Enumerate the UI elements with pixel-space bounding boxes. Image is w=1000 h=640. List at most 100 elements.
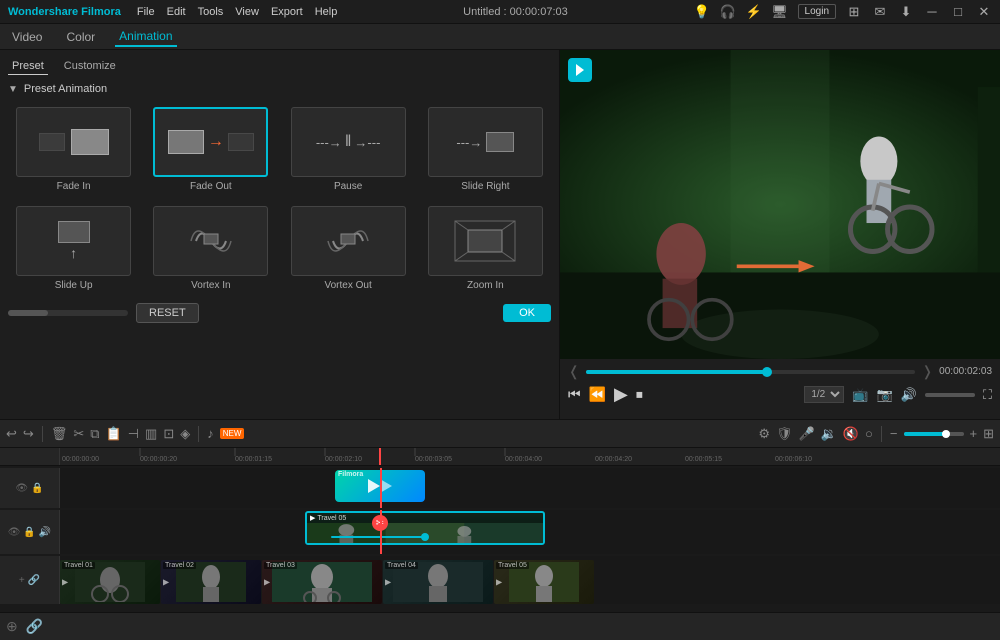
anim-pause[interactable]: ---→‖→--- Pause [283,103,414,196]
thumb-item-4[interactable]: ▶ Travel 05 [494,560,594,604]
zoom-in-icon[interactable]: + [970,426,978,441]
thumb-item-0[interactable]: ▶ Travel 01 [60,560,160,604]
playhead-title [380,468,382,508]
voice-icon[interactable]: 🔉 [821,426,837,442]
menu-file[interactable]: File [137,6,155,18]
preview-area [560,50,1000,359]
track-lock-icon[interactable]: 🔒 [31,483,43,494]
bracket-right[interactable]: ❭ [921,363,933,380]
preview-panel: ❬ ❭ 00:00:02:03 ⏮ ⏪ ▶ ⏹ 1/2 📺 📷 🔊 [560,50,1000,419]
scroll-bar[interactable] [8,310,128,316]
reset-button[interactable]: RESET [136,303,199,323]
thumb-item-1[interactable]: ▶ Travel 02 [161,560,261,604]
volume-icon[interactable]: 🔊 [901,387,917,403]
thumb-strip: ▶ Travel 01 ▶ Travel 02 [60,559,594,601]
video-audio-icon[interactable]: 🔊 [39,527,51,538]
mic-icon[interactable]: 🎤 [798,426,814,442]
thumb-play-1: ▶ [163,578,169,587]
anim-label-pause: Pause [334,181,362,192]
paste-icon[interactable]: 📋 [106,426,122,442]
anim-vortex-out[interactable]: Vortex Out [283,202,414,295]
shield-icon[interactable]: 🛡 [776,426,793,442]
close-icon[interactable]: ✕ [976,4,992,20]
fit-icon[interactable]: ⊞ [983,426,994,442]
undo-icon[interactable]: ↩ [6,426,17,442]
thumb-item-3[interactable]: ▶ Travel 04 [383,560,493,604]
panel-tabs: Preset Customize [8,58,551,75]
color-icon[interactable]: ◈ [180,426,190,442]
anim-thumb-vortex-in [153,206,268,276]
silence-icon[interactable]: ○ [865,426,873,441]
progress-track[interactable] [586,370,916,374]
mail-icon[interactable]: ✉ [872,4,888,20]
menu-help[interactable]: Help [315,6,338,18]
copy-icon[interactable]: ⧉ [90,426,99,442]
headphone-icon[interactable]: 🎧 [720,4,736,20]
main-video-clip[interactable]: ▶ Travel 05 [305,511,545,545]
quality-select[interactable]: 1/2 [804,386,844,403]
zoom-out-icon[interactable]: − [890,426,898,441]
anim-vortex-in[interactable]: Vortex In [145,202,276,295]
anim-thumb-slide-up: ↑ [16,206,131,276]
video-lock-icon[interactable]: 🔒 [23,527,35,538]
add-chain-icon[interactable]: 🔗 [26,618,43,635]
preset-arrow-icon: ▼ [8,84,18,95]
video-eye-icon[interactable]: 👁 [8,527,21,538]
delete-icon[interactable]: 🗑 [51,426,68,442]
anim-thumb-zoom-in [428,206,543,276]
redo-icon[interactable]: ↪ [23,426,34,442]
menu-export[interactable]: Export [271,6,303,18]
tab-animation[interactable]: Animation [115,27,176,47]
fullscreen-icon[interactable]: ⛶ [983,387,992,403]
audio-icon[interactable]: ♪ [207,426,214,441]
bracket-left[interactable]: ❬ [568,363,580,380]
monitor-icon[interactable]: 🖥 [772,4,788,20]
thumb-label-0: Travel 01 [62,562,95,569]
tab-color[interactable]: Color [62,28,99,46]
play-button[interactable]: ▶ [614,384,628,405]
stop-button[interactable]: ⏹ [636,386,643,403]
top-toolbar: Video Color Animation [0,24,1000,50]
anim-slide-right[interactable]: ---→ Slide Right [420,103,551,196]
download-icon[interactable]: ⬇ [898,4,914,20]
menu-tools[interactable]: Tools [198,6,224,18]
volume-slider[interactable] [925,393,975,397]
settings-icon[interactable]: ⚙ [758,426,770,442]
tab-preset[interactable]: Preset [8,58,48,75]
menu-bar: File Edit Tools View Export Help [137,6,337,18]
anim-fade-in[interactable]: Fade In [8,103,139,196]
scroll-handle [8,310,48,316]
frame-back-button[interactable]: ⏪ [589,386,606,403]
monitor-out-icon[interactable]: 📺 [852,387,868,403]
menu-edit[interactable]: Edit [167,6,186,18]
anim-fade-out[interactable]: → Fade Out [145,103,276,196]
cut-icon[interactable]: ✂ [73,426,84,442]
tab-customize[interactable]: Customize [60,58,120,75]
ok-button[interactable]: OK [503,304,551,322]
login-button[interactable]: Login [798,4,836,19]
maximize-icon[interactable]: □ [950,4,966,20]
anim-thumb-fade-out: → [153,107,268,177]
menu-view[interactable]: View [235,6,259,18]
thumb-label-2: Travel 03 [264,562,297,569]
split-icon[interactable]: ⊣ [128,426,139,442]
preset-header: ▼ Preset Animation [8,83,551,95]
add-media-icon[interactable]: ⊕ [6,618,18,635]
crop-icon[interactable]: ⊡ [163,426,174,442]
trim-icon[interactable]: ▥ [145,426,157,442]
track-eye-icon[interactable]: 👁 [15,483,28,494]
skip-back-button[interactable]: ⏮ [568,386,581,403]
camera-icon[interactable]: 📷 [877,387,893,403]
grid-icon[interactable]: ⊞ [846,4,862,20]
minimize-icon[interactable]: ─ [924,4,940,20]
thumb-add-icon[interactable]: + [19,575,25,586]
thumb-chain-icon[interactable]: 🔗 [28,575,40,586]
anim-label-fade-out: Fade Out [190,181,232,192]
mute-icon[interactable]: 🔇 [843,426,859,442]
anim-slide-up[interactable]: ↑ Slide Up [8,202,139,295]
anim-zoom-in[interactable]: Zoom In [420,202,551,295]
bulb-icon[interactable]: 💡 [694,4,710,20]
tab-video[interactable]: Video [8,28,46,46]
thumb-item-2[interactable]: ▶ Travel 03 [262,560,382,604]
lightning-icon[interactable]: ⚡ [746,4,762,20]
